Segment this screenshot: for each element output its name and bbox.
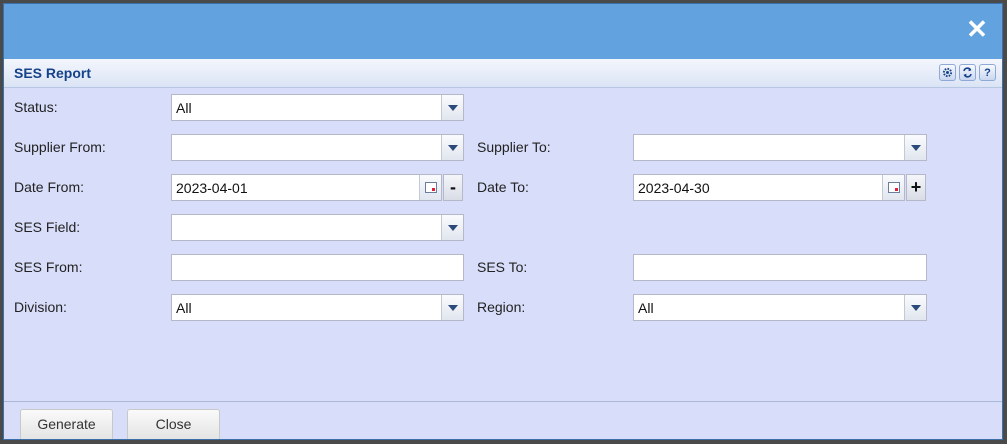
minus-glyph: - xyxy=(450,177,456,197)
close-button[interactable]: Close xyxy=(127,409,220,439)
date-from-field[interactable]: 2023-04-01 xyxy=(171,174,442,201)
chevron-down-icon[interactable] xyxy=(904,295,926,320)
panel-title: SES Report xyxy=(14,65,92,81)
date-from-value: 2023-04-01 xyxy=(176,180,248,196)
calendar-icon[interactable] xyxy=(882,175,904,200)
panel-header: SES Report ? xyxy=(4,59,1002,88)
ses-report-window: ✕ SES Report ? Status: All Supplier From… xyxy=(3,3,1003,440)
plus-glyph: + xyxy=(910,177,922,197)
chevron-down-icon[interactable] xyxy=(441,95,463,120)
region-select[interactable]: All xyxy=(633,294,927,321)
date-to-label: Date To: xyxy=(477,179,529,195)
chevron-down-icon[interactable] xyxy=(441,295,463,320)
supplier-to-label: Supplier To: xyxy=(477,139,551,155)
ses-to-label: SES To: xyxy=(477,259,528,275)
date-to-plus-button[interactable]: + xyxy=(906,174,926,201)
help-icon[interactable]: ? xyxy=(979,64,996,81)
status-label: Status: xyxy=(14,99,58,115)
ses-to-input[interactable] xyxy=(633,254,927,281)
division-value: All xyxy=(176,300,192,316)
region-value: All xyxy=(638,300,654,316)
date-from-minus-button[interactable]: - xyxy=(443,174,463,201)
window-footer: Generate Close xyxy=(4,401,1002,439)
region-label: Region: xyxy=(477,299,526,315)
supplier-from-select[interactable] xyxy=(171,134,464,161)
chevron-down-icon[interactable] xyxy=(904,135,926,160)
date-to-value: 2023-04-30 xyxy=(638,180,710,196)
ses-field-select[interactable] xyxy=(171,214,464,241)
chevron-down-icon[interactable] xyxy=(441,215,463,240)
chevron-down-icon[interactable] xyxy=(441,135,463,160)
ses-from-input[interactable] xyxy=(171,254,464,281)
division-select[interactable]: All xyxy=(171,294,464,321)
supplier-to-select[interactable] xyxy=(633,134,927,161)
window-titlebar: ✕ xyxy=(4,4,1002,59)
ses-from-label: SES From: xyxy=(14,259,83,275)
status-select[interactable]: All xyxy=(171,94,464,121)
refresh-icon[interactable] xyxy=(959,64,976,81)
generate-button[interactable]: Generate xyxy=(20,409,113,439)
supplier-from-label: Supplier From: xyxy=(14,139,106,155)
close-icon[interactable]: ✕ xyxy=(966,16,988,42)
gear-icon[interactable] xyxy=(939,64,956,81)
date-to-field[interactable]: 2023-04-30 xyxy=(633,174,905,201)
status-value: All xyxy=(176,100,192,116)
division-label: Division: xyxy=(14,299,67,315)
panel-tools: ? xyxy=(939,64,996,81)
calendar-icon[interactable] xyxy=(419,175,441,200)
ses-field-label: SES Field: xyxy=(14,219,81,235)
date-from-label: Date From: xyxy=(14,179,85,195)
help-glyph: ? xyxy=(984,66,991,79)
